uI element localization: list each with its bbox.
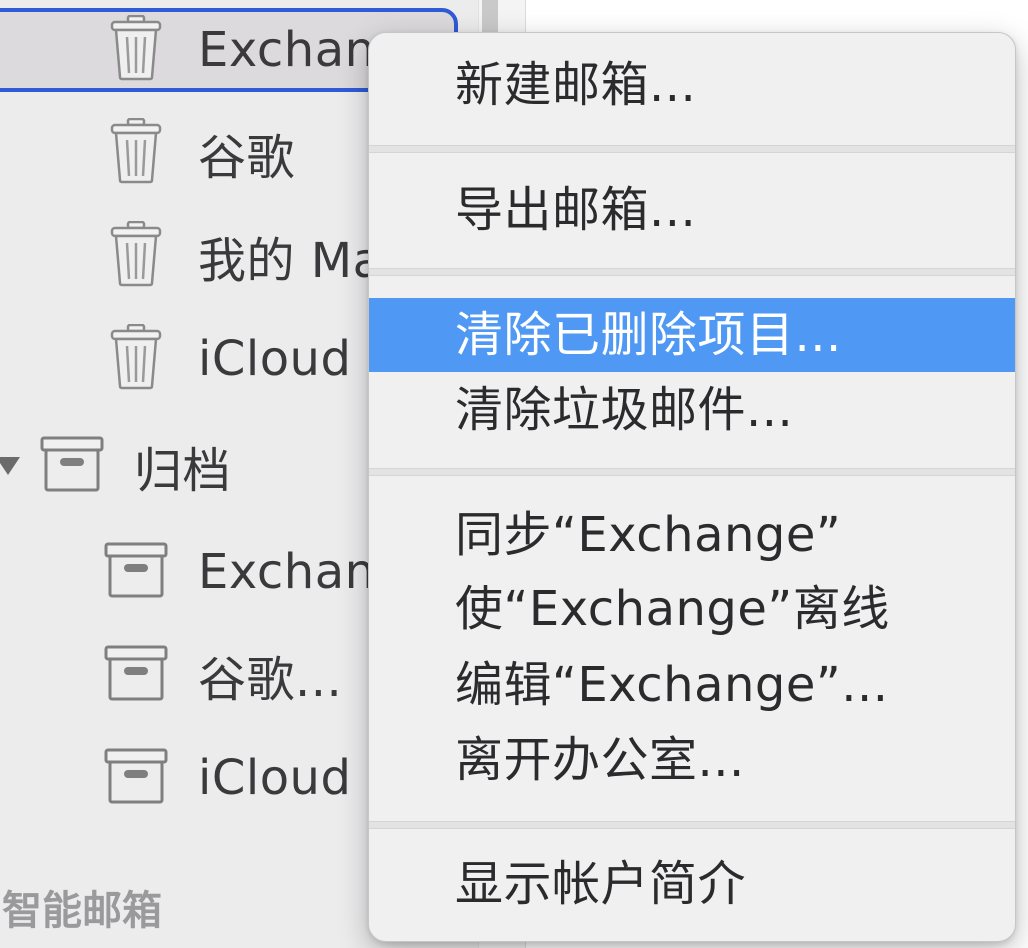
archive-box-icon — [104, 542, 168, 602]
sidebar-item-label: Exchan — [198, 22, 376, 78]
menu-item-sync-exchange[interactable]: 同步“Exchange” — [369, 498, 1015, 572]
archive-box-icon — [104, 645, 168, 705]
menu-item-erase-junk-mail[interactable]: 清除垃圾邮件... — [369, 373, 1015, 447]
smart-mailboxes-header[interactable]: 智能邮箱 — [2, 878, 162, 936]
trash-icon — [110, 14, 162, 85]
menu-separator — [369, 821, 1015, 829]
sidebar-item-label: iCloud — [198, 331, 352, 387]
sidebar-item-label: 谷歌... — [198, 652, 343, 708]
trash-icon — [110, 117, 162, 188]
trash-icon — [110, 323, 162, 394]
archive-box-icon — [104, 748, 168, 808]
trash-icon — [110, 220, 162, 291]
menu-separator — [369, 145, 1015, 153]
menu-item-export-mailbox[interactable]: 导出邮箱... — [369, 173, 1015, 247]
sidebar-item-label: iCloud — [198, 750, 352, 806]
menu-item-new-mailbox[interactable]: 新建邮箱... — [369, 48, 1015, 122]
menu-item-out-of-office[interactable]: 离开办公室... — [369, 723, 1015, 797]
sidebar-item-label: 我的 Ma — [198, 233, 383, 289]
menu-separator — [369, 468, 1015, 476]
sidebar-item-label: Exchan — [198, 544, 376, 600]
sidebar-group-label: 归档 — [134, 443, 232, 499]
mailbox-context-menu: 新建邮箱... 导出邮箱... 清除已删除项目... 清除垃圾邮件... 同步“… — [368, 32, 1016, 942]
menu-item-edit-exchange[interactable]: 编辑“Exchange”... — [369, 648, 1015, 722]
menu-item-take-exchange-offline[interactable]: 使“Exchange”离线 — [369, 572, 1015, 646]
archive-box-icon — [40, 436, 104, 496]
menu-separator — [369, 268, 1015, 276]
disclosure-triangle-icon[interactable] — [0, 457, 20, 475]
menu-item-show-account-info[interactable]: 显示帐户简介 — [369, 847, 1015, 921]
menu-item-erase-deleted-items[interactable]: 清除已删除项目... — [369, 298, 1015, 372]
sidebar-item-label: 谷歌 — [198, 130, 296, 186]
